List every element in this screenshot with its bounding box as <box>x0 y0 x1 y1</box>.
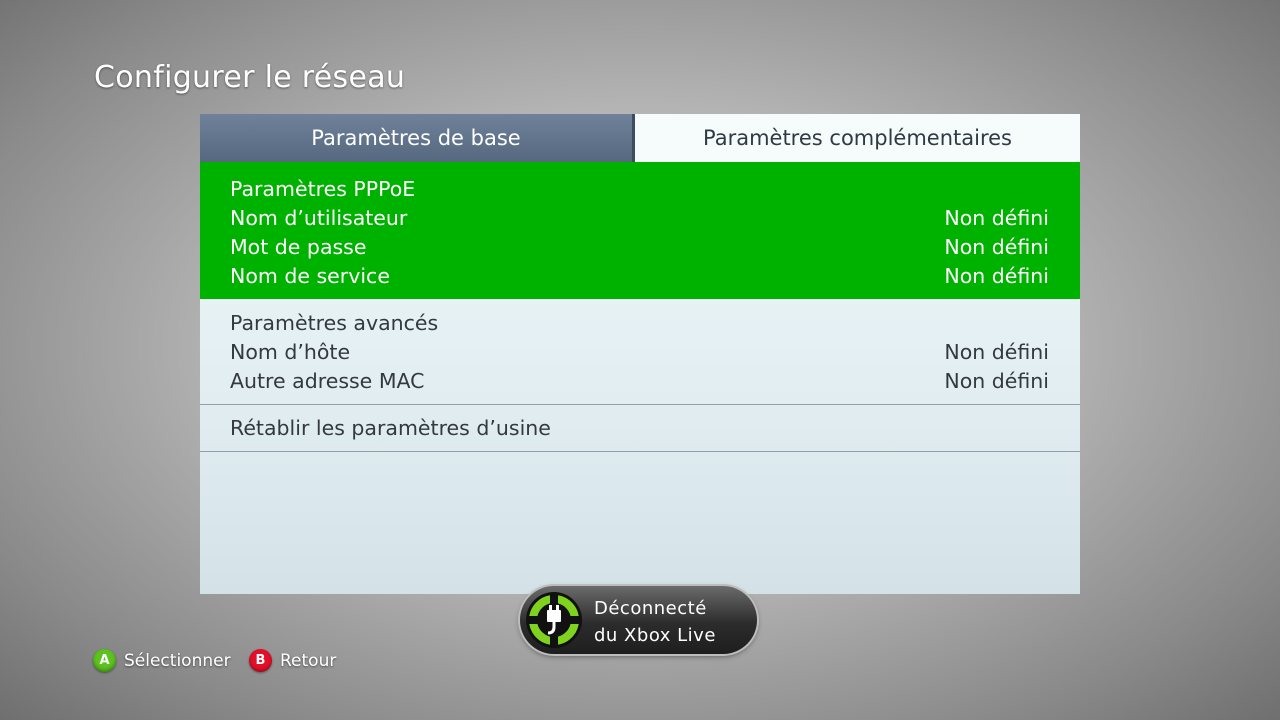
advanced-header-row: Paramètres avancés <box>230 309 1049 338</box>
settings-list: Paramètres PPPoE Nom d’utilisateur Non d… <box>200 162 1080 594</box>
advanced-header: Paramètres avancés <box>230 311 439 335</box>
pppoe-settings-group[interactable]: Paramètres PPPoE Nom d’utilisateur Non d… <box>200 162 1080 299</box>
hostname-value: Non défini <box>944 340 1049 364</box>
username-row: Nom d’utilisateur Non défini <box>230 204 1049 233</box>
password-label: Mot de passe <box>230 235 367 259</box>
b-button-icon: B <box>249 649 272 672</box>
hostname-row: Nom d’hôte Non défini <box>230 338 1049 367</box>
password-row: Mot de passe Non défini <box>230 233 1049 262</box>
hostname-label: Nom d’hôte <box>230 340 351 364</box>
tab-additional-settings[interactable]: Paramètres complémentaires <box>635 114 1080 162</box>
tab-bar: Paramètres de base Paramètres complément… <box>200 114 1080 162</box>
xbox-live-status-badge: Déconnecté du Xbox Live <box>520 586 757 654</box>
username-value: Non défini <box>944 206 1049 230</box>
page-title: Configurer le réseau <box>94 60 406 95</box>
pppoe-header-row: Paramètres PPPoE <box>230 175 1049 204</box>
alt-mac-value: Non défini <box>944 369 1049 393</box>
network-disconnected-icon <box>526 592 582 648</box>
status-line-2: du Xbox Live <box>594 625 716 646</box>
pppoe-header: Paramètres PPPoE <box>230 177 416 201</box>
alt-mac-label: Autre adresse MAC <box>230 369 425 393</box>
back-label: Retour <box>280 651 337 671</box>
service-name-label: Nom de service <box>230 264 390 288</box>
advanced-settings-group[interactable]: Paramètres avancés Nom d’hôte Non défini… <box>200 299 1080 405</box>
status-line-1: Déconnecté <box>594 598 707 619</box>
restore-defaults-row: Rétablir les paramètres d’usine <box>230 414 1049 443</box>
username-label: Nom d’utilisateur <box>230 206 408 230</box>
alt-mac-row: Autre adresse MAC Non défini <box>230 367 1049 396</box>
service-name-value: Non défini <box>944 264 1049 288</box>
settings-panel: Paramètres de base Paramètres complément… <box>200 114 1080 594</box>
password-value: Non défini <box>944 235 1049 259</box>
service-name-row: Nom de service Non défini <box>230 262 1049 291</box>
a-button-icon: A <box>93 649 116 672</box>
status-text: Déconnecté du Xbox Live <box>594 595 716 649</box>
select-label: Sélectionner <box>124 651 231 671</box>
tab-basic-settings[interactable]: Paramètres de base <box>200 114 632 162</box>
restore-defaults-label: Rétablir les paramètres d’usine <box>230 416 551 440</box>
restore-defaults-item[interactable]: Rétablir les paramètres d’usine <box>200 405 1080 452</box>
